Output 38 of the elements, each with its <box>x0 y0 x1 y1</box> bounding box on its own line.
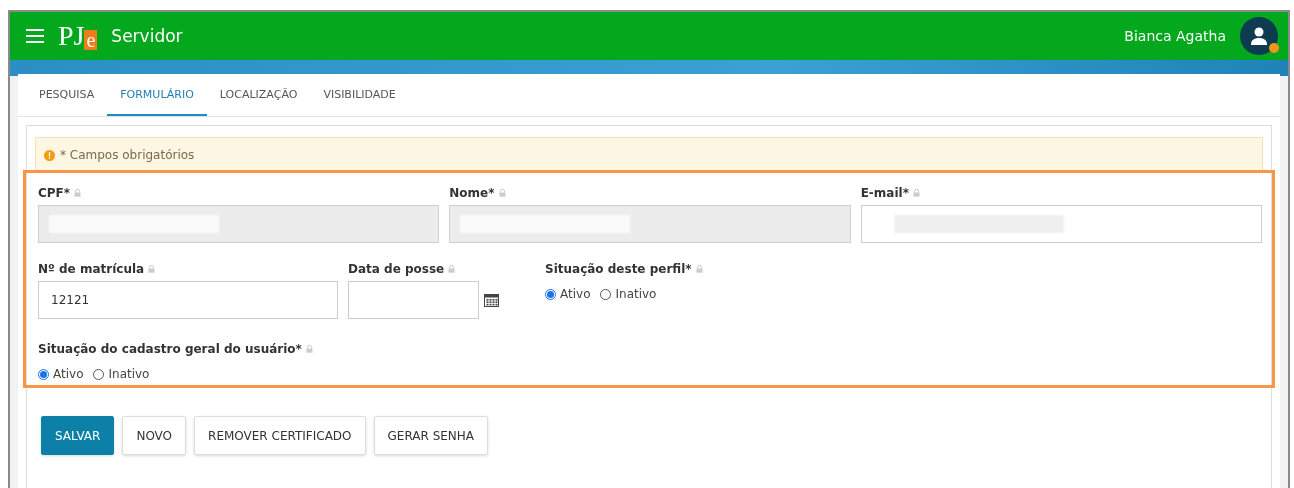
radio-option[interactable]: Inativo <box>93 367 150 381</box>
tab[interactable]: VISIBILIDADE <box>310 74 409 116</box>
lock-icon <box>305 345 313 353</box>
action-button[interactable]: NOVO <box>122 416 187 455</box>
radio-option[interactable]: Inativo <box>600 287 657 301</box>
lock-icon <box>448 265 456 273</box>
radio-option[interactable]: Ativo <box>38 367 84 381</box>
lock-icon <box>148 265 156 273</box>
warning-icon <box>44 149 55 161</box>
lock-icon <box>695 265 703 273</box>
user-avatar[interactable] <box>1240 17 1278 55</box>
lock-icon <box>498 189 506 197</box>
calendar-icon[interactable] <box>484 293 499 307</box>
input-field[interactable] <box>860 205 1262 243</box>
input-field[interactable]: 12121 <box>38 281 338 319</box>
field-label: Situação do cadastro geral do usuário* <box>38 342 302 356</box>
menu-icon[interactable] <box>26 29 44 43</box>
field-label: Nome* <box>449 186 495 200</box>
logo-text: PJ <box>58 22 85 50</box>
notice-text: * Campos obrigatórios <box>60 148 195 162</box>
field-label: Data de posse <box>348 262 445 276</box>
page-title: Servidor <box>111 26 183 46</box>
tab[interactable]: PESQUISA <box>26 74 108 116</box>
field-label: CPF* <box>38 186 71 200</box>
person-icon <box>1249 26 1269 46</box>
action-button[interactable]: REMOVER CERTIFICADO <box>194 416 366 455</box>
lock-icon <box>74 189 82 197</box>
tab[interactable]: FORMULÁRIO <box>107 74 207 116</box>
field-label: E-mail* <box>860 186 909 200</box>
logo-badge: e <box>84 30 98 50</box>
date-field[interactable] <box>348 281 479 319</box>
field-label: Nº de matrícula <box>38 262 145 276</box>
action-button[interactable]: SALVAR <box>41 416 115 455</box>
tab[interactable]: LOCALIZAÇÃO <box>206 74 311 116</box>
radio-option[interactable]: Ativo <box>545 287 591 301</box>
lock-icon <box>912 189 920 197</box>
action-button[interactable]: GERAR SENHA <box>373 416 489 455</box>
field-label: Situação deste perfil* <box>545 262 692 276</box>
